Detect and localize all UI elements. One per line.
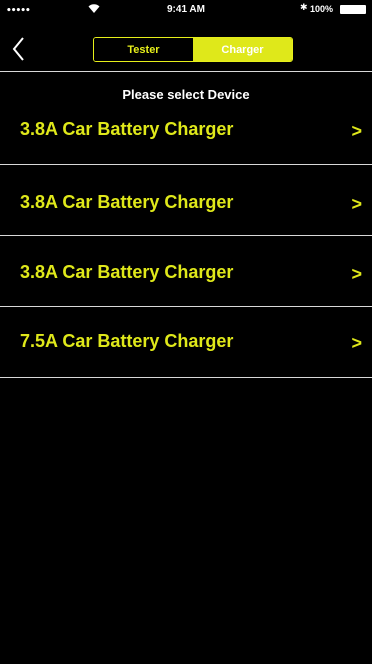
device-row[interactable]: 3.8A Car Battery Charger > [0, 236, 372, 306]
bluetooth-icon: ✱ [300, 3, 308, 13]
row-divider [0, 377, 372, 378]
mode-segmented-control[interactable]: Tester Charger [93, 37, 293, 62]
chevron-right-icon: > [351, 121, 362, 141]
tab-tester[interactable]: Tester [94, 38, 193, 61]
device-label: 3.8A Car Battery Charger [20, 262, 234, 282]
device-label: 3.8A Car Battery Charger [20, 119, 234, 139]
chevron-right-icon: > [351, 194, 362, 214]
back-icon[interactable] [12, 36, 26, 62]
tab-charger[interactable]: Charger [193, 38, 292, 61]
device-label: 7.5A Car Battery Charger [20, 331, 234, 351]
device-row[interactable]: 7.5A Car Battery Charger > [0, 307, 372, 377]
status-bar: ••••• 9:41 AM ✱ 100% [0, 0, 372, 22]
device-row[interactable]: 3.8A Car Battery Charger > [0, 72, 372, 164]
chevron-right-icon: > [351, 333, 362, 353]
battery-icon [340, 5, 366, 14]
chevron-right-icon: > [351, 264, 362, 284]
battery-percentage: 100% [310, 4, 334, 14]
device-label: 3.8A Car Battery Charger [20, 192, 234, 212]
device-row[interactable]: 3.8A Car Battery Charger > [0, 165, 372, 235]
